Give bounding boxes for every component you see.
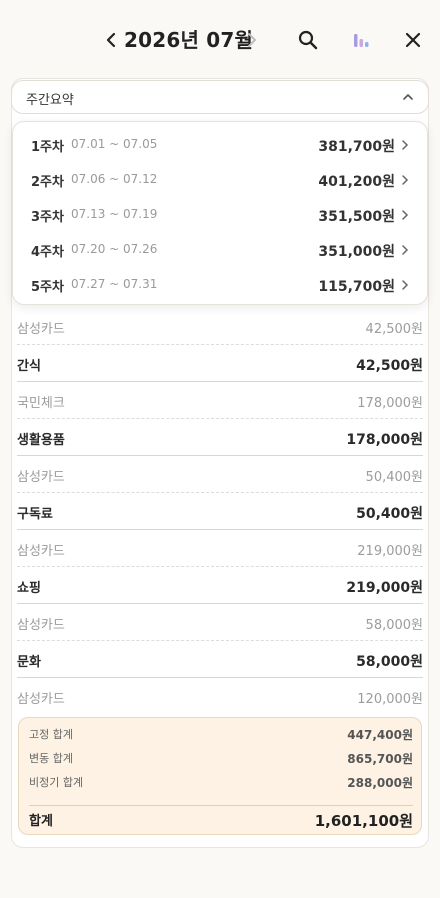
week-name: 4주차 (31, 245, 64, 260)
week-row[interactable]: 5주차 07.27 ~ 07.31 115,700원 (13, 267, 429, 302)
grand-total-label: 합계 (29, 814, 53, 829)
category-list[interactable]: 삼성카드 42,500원 간식 42,500원 국민체크 178,000원 생활… (17, 308, 423, 708)
week-range: 07.06 ~ 07.12 (71, 172, 158, 186)
month-title: 2026년 07월 (124, 28, 254, 52)
chevron-right-icon (402, 280, 409, 290)
payment-amount: 58,000원 (365, 618, 423, 633)
payment-method: 삼성카드 (17, 692, 65, 707)
payment-amount: 178,000원 (357, 396, 423, 411)
chevron-left-icon (106, 32, 116, 48)
search-button[interactable] (296, 28, 320, 52)
category-amount: 58,000원 (356, 654, 423, 670)
category-name: 구독료 (17, 507, 53, 522)
chevron-right-icon (402, 245, 409, 255)
week-amount: 115,700원 (318, 279, 395, 295)
variable-total-label: 변동 합계 (29, 752, 73, 765)
category-amount: 50,400원 (356, 506, 423, 522)
payment-method: 삼성카드 (17, 470, 65, 485)
close-button[interactable] (401, 28, 425, 52)
payment-row[interactable]: 삼성카드 50,400원 (17, 456, 423, 493)
chevron-right-icon (248, 33, 256, 47)
stats-button[interactable] (349, 28, 373, 52)
totals-summary: 고정 합계 447,400원 변동 합계 865,700원 비정기 합계 288… (18, 717, 422, 835)
payment-row[interactable]: 삼성카드 219,000원 (17, 530, 423, 567)
fixed-total-label: 고정 합계 (29, 728, 73, 741)
chevron-right-icon (402, 210, 409, 220)
payment-amount: 50,400원 (365, 470, 423, 485)
category-amount: 219,000원 (346, 580, 423, 596)
payment-method: 삼성카드 (17, 544, 65, 559)
week-row[interactable]: 4주차 07.20 ~ 07.26 351,000원 (13, 232, 429, 267)
chevron-right-icon (402, 140, 409, 150)
week-amount: 401,200원 (318, 174, 395, 190)
payment-method: 삼성카드 (17, 322, 65, 337)
app-header: 2026년 07월 (0, 0, 440, 80)
variable-total-row: 변동 합계 865,700원 (29, 750, 413, 770)
category-name: 문화 (17, 655, 41, 670)
bar-chart-icon (354, 34, 369, 47)
payment-method: 국민체크 (17, 396, 65, 411)
next-month-button[interactable] (242, 26, 262, 54)
fixed-total-amount: 447,400원 (347, 728, 413, 742)
category-row[interactable]: 문화 58,000원 (17, 641, 423, 678)
payment-amount: 219,000원 (357, 544, 423, 559)
category-name: 쇼핑 (17, 581, 41, 596)
week-row[interactable]: 3주차 07.13 ~ 07.19 351,500원 (13, 197, 429, 232)
week-amount: 381,700원 (318, 139, 395, 155)
payment-row[interactable]: 삼성카드 42,500원 (17, 308, 423, 345)
week-name: 1주차 (31, 140, 64, 155)
weekly-summary-label: 주간요약 (26, 93, 74, 108)
category-row[interactable]: 생활용품 178,000원 (17, 419, 423, 456)
category-name: 생활용품 (17, 433, 65, 448)
payment-amount: 42,500원 (365, 322, 423, 337)
variable-total-amount: 865,700원 (347, 752, 413, 766)
weekly-summary-panel: 1주차 07.01 ~ 07.05 381,700원 2주차 07.06 ~ 0… (12, 121, 428, 305)
irregular-total-label: 비정기 합계 (29, 776, 84, 789)
irregular-total-row: 비정기 합계 288,000원 (29, 774, 413, 794)
week-name: 3주차 (31, 210, 64, 225)
chevron-up-icon (403, 94, 413, 100)
week-name: 5주차 (31, 280, 64, 295)
weekly-summary-toggle[interactable]: 주간요약 (11, 80, 429, 114)
search-icon (298, 30, 318, 50)
category-amount: 42,500원 (356, 358, 423, 374)
week-range: 07.13 ~ 07.19 (71, 207, 158, 221)
payment-row[interactable]: 국민체크 178,000원 (17, 382, 423, 419)
week-name: 2주차 (31, 175, 64, 190)
fixed-total-row: 고정 합계 447,400원 (29, 726, 413, 746)
chevron-right-icon (402, 175, 409, 185)
week-amount: 351,000원 (318, 244, 395, 260)
irregular-total-amount: 288,000원 (347, 776, 413, 790)
category-row[interactable]: 간식 42,500원 (17, 345, 423, 382)
payment-row[interactable]: 삼성카드 120,000원 (17, 678, 423, 708)
week-range: 07.01 ~ 07.05 (71, 137, 158, 151)
payment-row[interactable]: 삼성카드 58,000원 (17, 604, 423, 641)
week-row[interactable]: 2주차 07.06 ~ 07.12 401,200원 (13, 162, 429, 197)
grand-total-row: 합계 1,601,100원 (29, 810, 413, 830)
category-row[interactable]: 구독료 50,400원 (17, 493, 423, 530)
payment-method: 삼성카드 (17, 618, 65, 633)
totals-divider (29, 805, 413, 806)
category-amount: 178,000원 (346, 432, 423, 448)
category-row[interactable]: 쇼핑 219,000원 (17, 567, 423, 604)
week-range: 07.20 ~ 07.26 (71, 242, 158, 256)
week-row[interactable]: 1주차 07.01 ~ 07.05 381,700원 (13, 127, 429, 162)
payment-amount: 120,000원 (357, 692, 423, 707)
close-icon (405, 32, 421, 48)
prev-month-button[interactable] (100, 26, 122, 54)
week-amount: 351,500원 (318, 209, 395, 225)
category-name: 간식 (17, 359, 41, 374)
week-range: 07.27 ~ 07.31 (71, 277, 158, 291)
grand-total-amount: 1,601,100원 (314, 812, 413, 830)
